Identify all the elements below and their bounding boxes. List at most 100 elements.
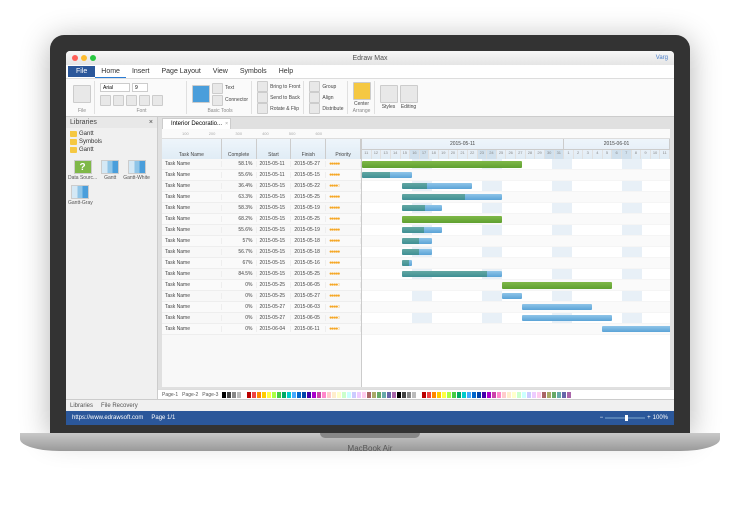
color-swatch[interactable] <box>307 392 311 398</box>
color-swatch[interactable] <box>287 392 291 398</box>
color-swatch[interactable] <box>347 392 351 398</box>
table-row[interactable]: Task Name63.3%2015-05-152015-05-25●●●●● <box>162 192 361 203</box>
color-swatch[interactable] <box>242 392 246 398</box>
file-menu[interactable]: File <box>68 66 95 77</box>
table-row[interactable]: Task Name58.1%2015-05-112015-05-27●●●●● <box>162 159 361 170</box>
color-swatch[interactable] <box>472 392 476 398</box>
table-row[interactable]: Task Name36.4%2015-05-152015-05-22●●●●○ <box>162 181 361 192</box>
close-window-icon[interactable] <box>72 55 78 61</box>
color-swatch[interactable] <box>502 392 506 398</box>
gantt-bar[interactable] <box>402 249 432 255</box>
rotate-button[interactable]: Rotate & Flip <box>257 103 299 114</box>
col-header-complete[interactable]: Complete <box>222 139 257 159</box>
color-swatch[interactable] <box>232 392 236 398</box>
sidebar-item[interactable]: Symbols <box>68 138 155 146</box>
color-swatch[interactable] <box>417 392 421 398</box>
color-swatch[interactable] <box>407 392 411 398</box>
gantt-bar[interactable] <box>502 293 522 299</box>
font-name-select[interactable]: Arial <box>100 83 130 92</box>
table-row[interactable]: Task Name56.7%2015-05-152015-05-18●●●●● <box>162 247 361 258</box>
color-swatch[interactable] <box>567 392 571 398</box>
color-swatch[interactable] <box>432 392 436 398</box>
close-tab-icon[interactable]: × <box>225 121 228 127</box>
color-swatch[interactable] <box>427 392 431 398</box>
color-swatch[interactable] <box>462 392 466 398</box>
gantt-bar[interactable] <box>362 172 412 178</box>
table-row[interactable]: Task Name55.6%2015-05-112015-05-15●●●●● <box>162 170 361 181</box>
color-swatch[interactable] <box>412 392 416 398</box>
sidebar-item[interactable]: Gantt <box>68 130 155 138</box>
color-swatch[interactable] <box>352 392 356 398</box>
menu-tab-symbols[interactable]: Symbols <box>234 66 273 77</box>
connector-tool[interactable]: Connector <box>212 95 248 106</box>
table-row[interactable]: Task Name0%2015-05-252015-05-27●●●●● <box>162 291 361 302</box>
gantt-bar[interactable] <box>402 216 502 223</box>
align-button[interactable]: Align <box>309 92 333 103</box>
color-swatch[interactable] <box>267 392 271 398</box>
minimize-window-icon[interactable] <box>81 55 87 61</box>
col-header-priority[interactable]: Priority <box>326 139 361 159</box>
color-swatch[interactable] <box>257 392 261 398</box>
gantt-bar[interactable] <box>402 238 432 244</box>
color-swatch[interactable] <box>322 392 326 398</box>
table-row[interactable]: Task Name67%2015-05-152015-05-16●●●●● <box>162 258 361 269</box>
gantt-bar[interactable] <box>402 194 502 200</box>
color-swatch[interactable] <box>467 392 471 398</box>
col-header-start[interactable]: Start <box>257 139 292 159</box>
color-swatch[interactable] <box>477 392 481 398</box>
zoom-out-icon[interactable]: − <box>600 415 604 421</box>
color-swatch[interactable] <box>527 392 531 398</box>
color-swatch[interactable] <box>227 392 231 398</box>
color-swatch[interactable] <box>382 392 386 398</box>
gantt-bar[interactable] <box>602 326 670 332</box>
color-swatch[interactable] <box>292 392 296 398</box>
library-thumb[interactable]: Gantt-White <box>123 160 150 181</box>
zoom-in-icon[interactable]: + <box>647 415 651 421</box>
color-swatch[interactable] <box>302 392 306 398</box>
library-thumb[interactable]: ?Data Sourc... <box>68 160 97 181</box>
file-recovery-tab[interactable]: File Recovery <box>101 403 138 409</box>
styles-icon[interactable] <box>380 85 398 103</box>
gantt-bar[interactable] <box>402 205 442 211</box>
color-swatch[interactable] <box>497 392 501 398</box>
document-tab[interactable]: Interior Decoratio...× <box>162 118 231 129</box>
user-label[interactable]: Varg <box>656 55 668 61</box>
gantt-bar[interactable] <box>402 183 472 189</box>
table-row[interactable]: Task Name55.6%2015-05-152015-05-19●●●●● <box>162 225 361 236</box>
color-swatch[interactable] <box>482 392 486 398</box>
color-swatch[interactable] <box>237 392 241 398</box>
highlight-icon[interactable] <box>152 95 163 106</box>
color-swatch[interactable] <box>252 392 256 398</box>
zoom-slider[interactable] <box>605 417 645 419</box>
color-swatch[interactable] <box>512 392 516 398</box>
color-swatch[interactable] <box>332 392 336 398</box>
select-tool-icon[interactable] <box>192 85 210 103</box>
close-icon[interactable]: × <box>149 119 153 126</box>
color-swatch[interactable] <box>317 392 321 398</box>
color-swatch[interactable] <box>247 392 251 398</box>
color-swatch[interactable] <box>522 392 526 398</box>
color-swatch[interactable] <box>532 392 536 398</box>
menu-tab-help[interactable]: Help <box>273 66 299 77</box>
color-swatch[interactable] <box>222 392 226 398</box>
gantt-bar[interactable] <box>402 260 412 266</box>
color-swatch[interactable] <box>367 392 371 398</box>
color-swatch[interactable] <box>562 392 566 398</box>
paste-icon[interactable] <box>73 85 91 103</box>
col-header-name[interactable]: Task Name <box>162 139 222 159</box>
font-size-select[interactable]: 9 <box>132 83 148 92</box>
zoom-control[interactable]: − + 100% <box>600 415 668 421</box>
menu-tab-page-layout[interactable]: Page Layout <box>155 66 206 77</box>
color-swatch[interactable] <box>372 392 376 398</box>
color-swatch[interactable] <box>357 392 361 398</box>
color-swatch[interactable] <box>437 392 441 398</box>
bold-icon[interactable] <box>100 95 111 106</box>
color-swatch[interactable] <box>262 392 266 398</box>
color-swatch[interactable] <box>507 392 511 398</box>
table-row[interactable]: Task Name84.5%2015-05-152015-05-25●●●●● <box>162 269 361 280</box>
color-swatch[interactable] <box>362 392 366 398</box>
color-swatch[interactable] <box>537 392 541 398</box>
zoom-window-icon[interactable] <box>90 55 96 61</box>
color-swatch[interactable] <box>397 392 401 398</box>
color-swatch[interactable] <box>422 392 426 398</box>
